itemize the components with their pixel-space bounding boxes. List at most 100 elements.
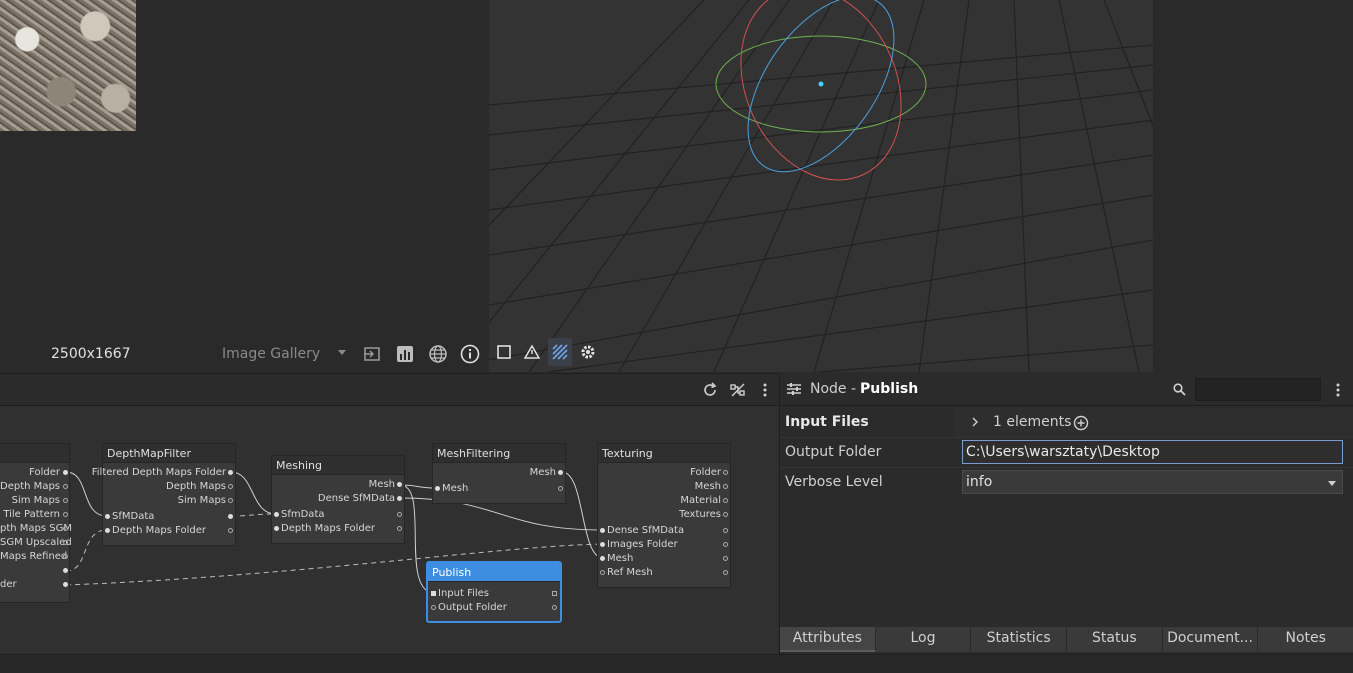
port-dot[interactable] (274, 526, 279, 531)
layout-off-icon[interactable] (730, 382, 746, 398)
port-dot[interactable] (274, 512, 279, 517)
port-images-folder: Images Folder (607, 539, 678, 550)
more-vertical-icon[interactable] (1333, 382, 1343, 398)
port-dot[interactable] (552, 605, 557, 610)
stripes-icon[interactable] (548, 338, 572, 366)
port-dot[interactable] (723, 556, 728, 561)
search-icon[interactable] (1173, 383, 1186, 396)
node-title: Meshing (272, 456, 404, 475)
tab-notes[interactable]: Notes (1258, 627, 1353, 652)
3d-viewport[interactable] (489, 0, 1153, 372)
port-dot[interactable] (435, 486, 440, 491)
node-depthmapfilter[interactable]: DepthMapFilter Filtered Depth Maps Folde… (92, 443, 236, 546)
more-vertical-icon[interactable] (760, 382, 770, 398)
port-dot[interactable] (552, 591, 557, 596)
warning-icon[interactable] (520, 338, 544, 366)
tab-documentation[interactable]: Document... (1162, 627, 1259, 652)
port-dot[interactable] (397, 526, 402, 531)
port-dot[interactable] (63, 582, 68, 587)
add-icon[interactable] (1073, 415, 1089, 431)
tab-status[interactable]: Status (1067, 627, 1163, 652)
port-depth-maps-sgm: pth Maps SGM (0, 523, 73, 534)
image-thumbnail[interactable] (0, 0, 136, 131)
settings-icon[interactable] (576, 338, 600, 366)
port-folder-partial: der (0, 579, 17, 590)
port-dot[interactable] (723, 528, 728, 533)
port-mesh-in: Mesh (442, 483, 469, 494)
port-depth-maps-folder: Depth Maps Folder (112, 525, 207, 536)
node-meshfiltering[interactable]: MeshFiltering Mesh Mesh (432, 443, 566, 504)
port-dot[interactable] (397, 512, 402, 517)
port-dot[interactable] (105, 528, 110, 533)
port-dot[interactable] (600, 528, 605, 533)
square-icon[interactable] (492, 338, 516, 366)
verbose-level-select[interactable]: info (962, 470, 1343, 494)
chevron-right-icon[interactable] (971, 417, 979, 427)
attr-label: Output Folder (785, 444, 882, 460)
port-dot[interactable] (63, 568, 68, 573)
attr-verbose-level: Verbose Level info (780, 468, 1353, 497)
node-texturing[interactable]: Texturing Folder Mesh Material Textures … (597, 443, 731, 588)
port-sfmdata: SfmData (281, 509, 325, 520)
port-dot[interactable] (228, 470, 233, 475)
port-tile-pattern: Tile Pattern (3, 509, 60, 520)
port-dot[interactable] (63, 498, 68, 503)
viewport-side-pane (1153, 0, 1353, 372)
port-dot[interactable] (723, 570, 728, 575)
tab-log[interactable]: Log (875, 627, 972, 652)
import-icon[interactable] (362, 344, 382, 364)
port-dot[interactable] (397, 482, 402, 487)
port-sim-maps: Sim Maps (11, 495, 60, 506)
port-dot[interactable] (63, 512, 68, 517)
port-mesh: Mesh (694, 481, 721, 492)
statistics-icon[interactable] (395, 344, 415, 364)
port-dot[interactable] (63, 540, 68, 545)
port-dot[interactable] (63, 484, 68, 489)
port-dot[interactable] (558, 470, 563, 475)
port-dot[interactable] (600, 570, 605, 575)
chevron-down-icon (1328, 481, 1336, 486)
viewport-grid (489, 0, 1153, 372)
port-dot[interactable] (228, 484, 233, 489)
image-gallery: 2500x1667 Image Gallery (0, 0, 488, 372)
refresh-icon[interactable] (702, 382, 718, 398)
node-meshing[interactable]: Meshing Mesh Dense SfMData SfmData Depth… (271, 455, 405, 544)
port-dot[interactable] (600, 556, 605, 561)
port-dense-sfmdata: Dense SfMData (607, 525, 685, 536)
port-dot[interactable] (228, 498, 233, 503)
node-publish[interactable]: Publish Input Files Output Folder (426, 561, 562, 623)
port-dot[interactable] (228, 514, 233, 519)
port-output-folder: Output Folder (438, 602, 507, 613)
port-dot[interactable] (397, 496, 402, 501)
port-dot[interactable] (431, 605, 436, 610)
globe-icon[interactable] (428, 344, 448, 364)
info-icon[interactable] (460, 344, 480, 364)
port-mesh-in: Mesh (607, 553, 634, 564)
node-graph[interactable]: Folder Depth Maps Sim Maps Tile Pattern … (0, 406, 778, 654)
port-dot[interactable] (431, 591, 436, 596)
port-depth-maps-folder: Depth Maps Folder (281, 523, 376, 534)
port-dot[interactable] (63, 526, 68, 531)
chevron-down-icon[interactable] (338, 350, 346, 355)
port-dot[interactable] (63, 554, 68, 559)
port-dot[interactable] (63, 470, 68, 475)
port-dot[interactable] (228, 528, 233, 533)
sliders-icon[interactable] (786, 382, 802, 396)
port-dot[interactable] (558, 486, 563, 491)
port-dot[interactable] (105, 514, 110, 519)
port-dot[interactable] (723, 512, 728, 517)
graph-toolbar (0, 373, 778, 406)
viewport-toolbar (492, 338, 600, 368)
port-dot[interactable] (723, 470, 728, 475)
tab-statistics[interactable]: Statistics (971, 627, 1068, 652)
port-folder: Folder (29, 467, 60, 478)
output-folder-field[interactable]: C:\Users\warsztaty\Desktop (962, 440, 1343, 464)
tab-attributes[interactable]: Attributes (780, 627, 876, 652)
search-input[interactable] (1195, 378, 1321, 401)
image-resolution: 2500x1667 (51, 346, 131, 362)
port-dot[interactable] (723, 542, 728, 547)
port-dot[interactable] (600, 542, 605, 547)
port-dot[interactable] (723, 484, 728, 489)
port-dot[interactable] (723, 498, 728, 503)
gallery-selector[interactable]: Image Gallery (222, 346, 320, 362)
